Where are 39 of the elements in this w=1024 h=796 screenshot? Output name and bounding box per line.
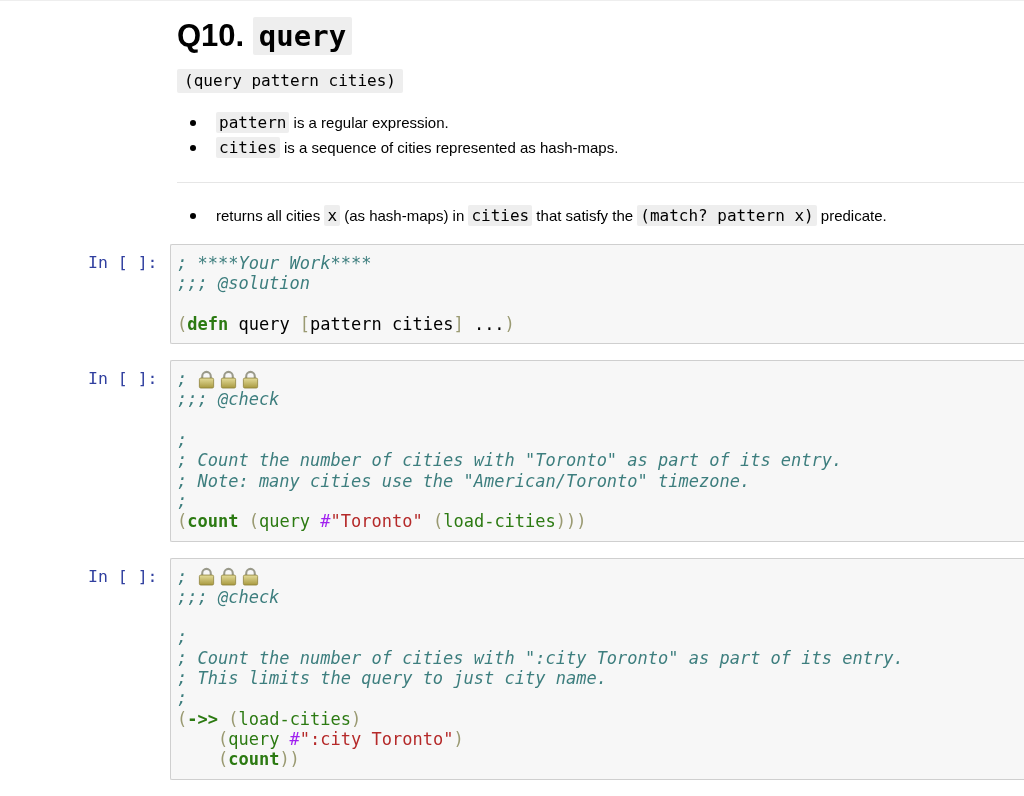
code-line: ;;; @check <box>177 586 280 608</box>
code-line: ; <box>177 490 188 512</box>
code-line: ; Count the number of cities with ":city Toronto" as part of its entry. <box>177 647 904 669</box>
code-line: (defn query [pattern cities] ...) <box>177 313 515 335</box>
code-line: (query #":city Toronto") <box>216 728 464 750</box>
code-line: ; <box>177 369 189 390</box>
padlock-icon <box>241 369 261 389</box>
padlock-icon <box>197 567 217 587</box>
code-line: (->> (load-cities) <box>177 708 362 729</box>
code-cell[interactable]: ; ****Your Work**** ;;; @solution (defn query [pattern cities] ...) <box>170 244 1024 345</box>
cell-prompt: In [ ]: <box>88 253 159 273</box>
code-line: ; This limits the query to just city name. <box>177 668 607 689</box>
bullet-icon <box>190 212 196 219</box>
code-line: ; <box>177 688 188 709</box>
list-item-text: pattern is a regular expression. <box>216 113 449 132</box>
code-line: ; Count the number of cities with "Toronto" as part of its entry. <box>177 450 843 471</box>
list-item-text: returns all cities x (as hash-maps) in cities that satisfy the (match? pattern x) predicate. <box>216 206 887 225</box>
question-heading: Q10. query <box>177 15 1024 57</box>
code-line: ; Note: many cities use the "American/Toronto" timezone. <box>177 470 751 491</box>
code-line: ; <box>177 627 188 648</box>
padlock-icon <box>219 369 239 389</box>
code-line: ; <box>177 566 189 587</box>
code-cell[interactable]: ; ;;; @check ; ; Count the number of cities with "Toronto" as part of its entry. ; Note: many cities use the "American/Toronto" timezone. ; (count (query #"Toronto" (load-cities))) <box>170 360 1024 542</box>
cell-prompt: In [ ]: <box>88 566 159 587</box>
padlock-icon <box>219 567 239 587</box>
code-line: ;;; @check <box>177 389 280 410</box>
code-line: ; <box>177 430 188 451</box>
bullet-icon <box>190 119 196 126</box>
padlock-icon <box>241 567 261 587</box>
code-cell[interactable]: ; ;;; @check ; ; Count the number of cities with ":city Toronto" as part of its entry. ; This limits the query to just city name. ; (->> (load-cities) (query #":city Toronto") (count)) <box>170 557 1024 780</box>
cell-prompt: In [ ]: <box>88 369 159 390</box>
code-line: ;;; @solution <box>177 273 311 294</box>
code-line: ; ****Your Work**** <box>177 253 372 274</box>
list-item-text: cities is a sequence of cities represented as hash-maps. <box>216 138 619 157</box>
function-signature: (query pattern cities) <box>177 69 403 93</box>
code-line: (count)) <box>216 749 300 770</box>
code-line: (count (query #"Toronto" (load-cities))) <box>177 511 587 532</box>
padlock-icon <box>197 369 217 389</box>
bullet-icon <box>190 144 196 151</box>
